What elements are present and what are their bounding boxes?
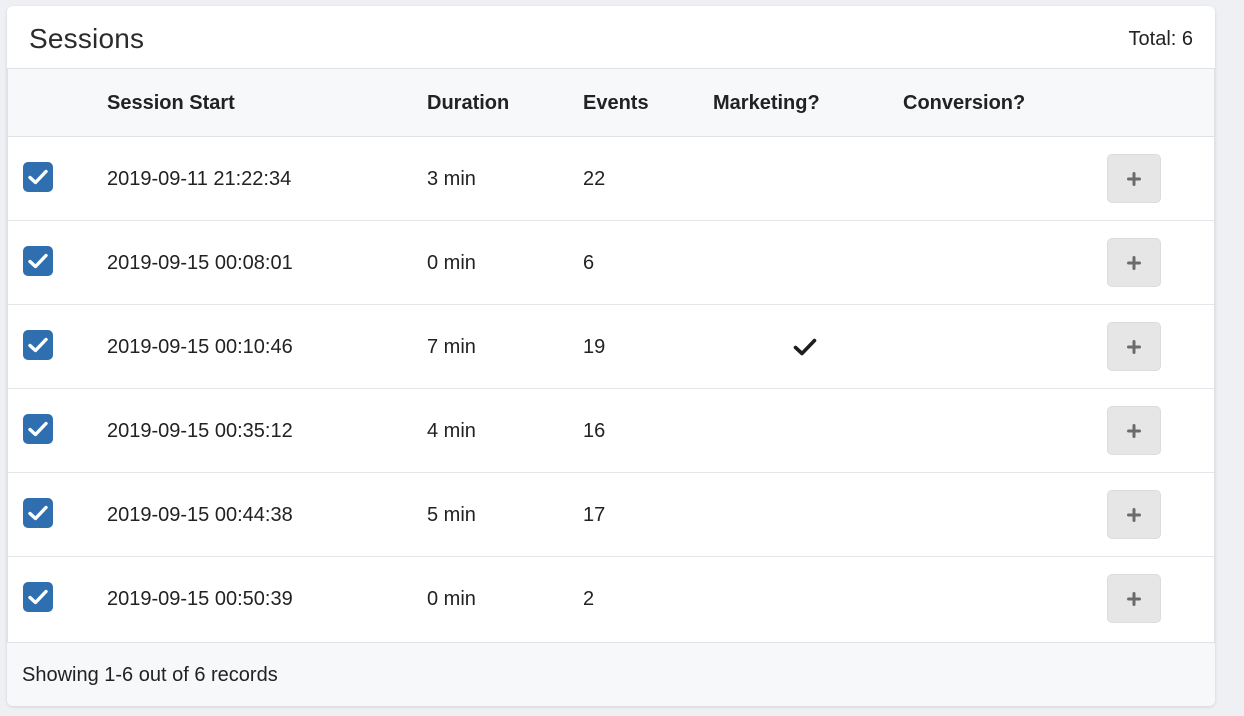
- row-checkbox[interactable]: [23, 330, 53, 360]
- cell-events: 16: [583, 420, 606, 442]
- expand-row-button[interactable]: [1107, 574, 1161, 623]
- cell-session-start: 2019-09-15 00:44:38: [107, 504, 293, 526]
- column-header-session-start[interactable]: Session Start: [107, 92, 235, 115]
- checkbox-checked-icon: [28, 505, 48, 521]
- table-header: Session Start Duration Events Marketing?…: [8, 69, 1214, 137]
- cell-events: 19: [583, 336, 606, 358]
- plus-icon: [1127, 255, 1141, 270]
- cell-events: 17: [583, 504, 606, 526]
- plus-icon: [1127, 423, 1141, 438]
- expand-row-button[interactable]: [1107, 238, 1161, 287]
- plus-icon: [1127, 591, 1141, 606]
- panel-header: Sessions Total: 6: [7, 6, 1215, 69]
- cell-duration: 3 min: [427, 168, 476, 190]
- table-row: 2019-09-11 21:22:34 3 min 22: [8, 137, 1214, 221]
- plus-icon: [1127, 507, 1141, 522]
- check-icon: [793, 338, 817, 361]
- column-header-marketing[interactable]: Marketing?: [713, 92, 820, 115]
- cell-duration: 4 min: [427, 420, 476, 442]
- sessions-panel: Sessions Total: 6 Session Start Duration…: [7, 6, 1215, 706]
- checkbox-checked-icon: [28, 421, 48, 437]
- checkbox-checked-icon: [28, 337, 48, 353]
- cell-duration: 0 min: [427, 252, 476, 274]
- cell-session-start: 2019-09-15 00:10:46: [107, 336, 293, 358]
- cell-session-start: 2019-09-11 21:22:34: [107, 168, 292, 190]
- expand-row-button[interactable]: [1107, 490, 1161, 539]
- cell-events: 2: [583, 588, 595, 610]
- plus-icon: [1127, 339, 1141, 354]
- column-header-conversion[interactable]: Conversion?: [903, 92, 1025, 115]
- cell-events: 22: [583, 168, 606, 190]
- cell-duration: 7 min: [427, 336, 476, 358]
- page-title: Sessions: [29, 23, 145, 54]
- panel-footer: Showing 1-6 out of 6 records: [7, 643, 1215, 706]
- checkbox-checked-icon: [28, 589, 48, 605]
- row-checkbox[interactable]: [23, 162, 53, 192]
- checkbox-checked-icon: [28, 169, 48, 185]
- cell-session-start: 2019-09-15 00:08:01: [107, 252, 293, 274]
- table-row: 2019-09-15 00:35:12 4 min 16: [8, 389, 1214, 473]
- records-summary: Showing 1-6 out of 6 records: [22, 664, 278, 686]
- table-row: 2019-09-15 00:10:46 7 min 19: [8, 305, 1214, 389]
- expand-row-button[interactable]: [1107, 322, 1161, 371]
- row-checkbox[interactable]: [23, 414, 53, 444]
- cell-session-start: 2019-09-15 00:35:12: [107, 420, 293, 442]
- row-checkbox[interactable]: [23, 246, 53, 276]
- checkbox-checked-icon: [28, 253, 48, 269]
- cell-events: 6: [583, 252, 595, 274]
- column-header-events[interactable]: Events: [583, 92, 649, 115]
- table-row: 2019-09-15 00:44:38 5 min 17: [8, 473, 1214, 557]
- sessions-table: Session Start Duration Events Marketing?…: [7, 69, 1215, 643]
- cell-duration: 0 min: [427, 588, 476, 610]
- plus-icon: [1127, 171, 1141, 186]
- row-checkbox[interactable]: [23, 582, 53, 612]
- table-row: 2019-09-15 00:08:01 0 min 6: [8, 221, 1214, 305]
- total-count: Total: 6: [1128, 28, 1193, 50]
- expand-row-button[interactable]: [1107, 154, 1161, 203]
- expand-row-button[interactable]: [1107, 406, 1161, 455]
- table-row: 2019-09-15 00:50:39 0 min 2: [8, 557, 1214, 641]
- row-checkbox[interactable]: [23, 498, 53, 528]
- cell-duration: 5 min: [427, 504, 476, 526]
- cell-session-start: 2019-09-15 00:50:39: [107, 588, 293, 610]
- column-header-duration[interactable]: Duration: [427, 92, 509, 115]
